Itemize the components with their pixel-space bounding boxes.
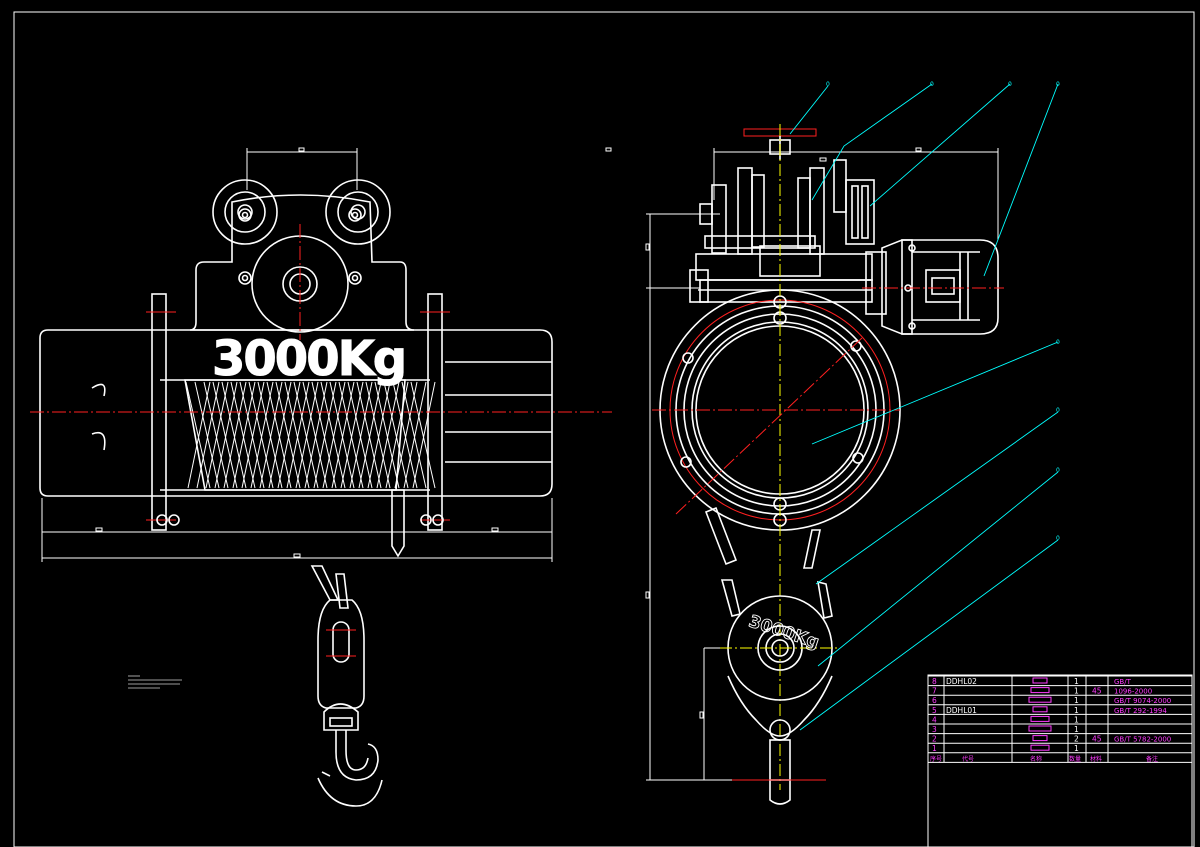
parts-list: 8 DDHL02 1 GB/T 7 1 45 1096-2000 6 1 GB/T 9074-200… bbox=[927, 674, 1193, 847]
table-cell-standard: GB/T 292-1994 bbox=[1114, 707, 1167, 715]
table-cell-no: 5 bbox=[932, 706, 937, 715]
table-cell-standard: 1096-2000 bbox=[1114, 688, 1152, 696]
drum-bolts bbox=[680, 295, 864, 527]
balloon-labels: 0 0 0 0 0 0 0 0 bbox=[826, 81, 1060, 542]
trolley-wheel-right bbox=[325, 179, 391, 245]
drawing-sheet: 3000Kg 3000Kg 0 0 0 0 0 0 0 0 8 DDHL02 1… bbox=[13, 11, 1195, 847]
drawing-frame bbox=[13, 11, 1195, 847]
table-cell-name-glyph bbox=[1028, 725, 1052, 732]
table-header-no: 序号 bbox=[930, 755, 942, 763]
table-cell-no: 7 bbox=[932, 687, 937, 696]
table-cell-standard: GB/T 9074-2000 bbox=[1114, 697, 1171, 705]
balloon-5: 0 bbox=[1056, 339, 1060, 346]
table-cell-name-glyph bbox=[1032, 677, 1048, 684]
note-block bbox=[128, 675, 182, 689]
table-cell-qty: 1 bbox=[1074, 677, 1079, 686]
side-motor bbox=[881, 239, 999, 335]
table-cell-no: 2 bbox=[932, 735, 937, 744]
front-load-text: 3000Kg bbox=[212, 331, 405, 387]
table-header-material: 材料 bbox=[1090, 755, 1102, 763]
table-cell-name-glyph bbox=[1028, 696, 1052, 703]
body-length-dimension bbox=[41, 498, 553, 562]
hanging-rope bbox=[391, 489, 405, 558]
table-cell-qty: 1 bbox=[1074, 696, 1079, 705]
table-cell-qty: 1 bbox=[1074, 706, 1079, 715]
table-cell-no: 1 bbox=[932, 744, 937, 753]
parts-list-rows: 8 DDHL02 1 GB/T 7 1 45 1096-2000 6 1 GB/T 9074-200… bbox=[927, 675, 1193, 763]
balloon-6: 0 bbox=[1056, 407, 1060, 414]
table-header-note: 备注 bbox=[1146, 755, 1158, 763]
table-cell-code: DDHL02 bbox=[946, 677, 977, 686]
table-cell-qty: 2 bbox=[1074, 735, 1079, 744]
table-cell-qty: 1 bbox=[1074, 744, 1079, 753]
table-cell-no: 8 bbox=[932, 677, 937, 686]
table-cell-no: 4 bbox=[932, 715, 937, 724]
balloon-8: 0 bbox=[1056, 535, 1060, 542]
front-hook-assembly bbox=[310, 565, 383, 807]
flange-nut-circles bbox=[156, 514, 444, 526]
trolley-width-dimension bbox=[246, 147, 358, 190]
left-end-cover-mark-lower bbox=[91, 431, 106, 451]
table-cell-no: 6 bbox=[932, 696, 937, 705]
table-cell-material: 45 bbox=[1092, 735, 1102, 744]
left-end-cover-mark-upper bbox=[91, 383, 106, 397]
balloon-3: 0 bbox=[1008, 81, 1012, 88]
table-cell-name-glyph bbox=[1032, 735, 1048, 742]
trolley-side-plate bbox=[189, 194, 415, 331]
table-cell-name-glyph bbox=[1030, 687, 1050, 694]
table-cell-code: DDHL01 bbox=[946, 706, 977, 715]
table-cell-name-glyph bbox=[1030, 715, 1050, 722]
balloon-2: 0 bbox=[930, 81, 934, 88]
table-cell-material: 45 bbox=[1092, 687, 1102, 696]
balloon-4: 0 bbox=[1056, 81, 1060, 88]
table-cell-qty: 1 bbox=[1074, 725, 1079, 734]
side-ropes bbox=[704, 506, 821, 569]
balloon-7: 0 bbox=[1056, 467, 1060, 474]
table-cell-qty: 1 bbox=[1074, 715, 1079, 724]
table-cell-name-glyph bbox=[1032, 706, 1048, 713]
front-view: 3000Kg bbox=[30, 147, 612, 807]
table-cell-standard: GB/T 5782-2000 bbox=[1114, 736, 1171, 744]
table-header-code: 代号 bbox=[962, 755, 974, 763]
table-header-qty: 数量 bbox=[1069, 755, 1081, 763]
trolley-track-dimension bbox=[605, 147, 999, 240]
table-cell-no: 3 bbox=[932, 725, 937, 734]
table-cell-qty: 1 bbox=[1074, 687, 1079, 696]
balloon-1: 0 bbox=[826, 81, 830, 88]
table-header-name: 名称 bbox=[1030, 755, 1042, 763]
table-cell-standard: GB/T bbox=[1114, 678, 1132, 686]
table-cell-name-glyph bbox=[1030, 744, 1050, 751]
